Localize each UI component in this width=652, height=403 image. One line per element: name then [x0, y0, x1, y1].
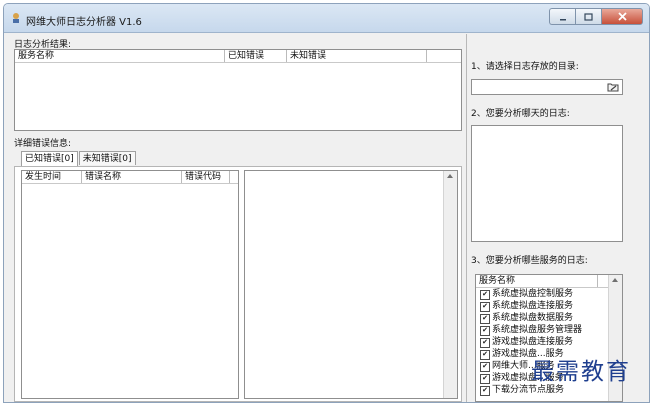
service-label: 系统虚拟盘服务管理器: [492, 325, 583, 335]
maximize-button[interactable]: [575, 8, 601, 25]
watermark-text: 最需教育: [531, 359, 631, 385]
window-controls: [549, 8, 643, 25]
results-col-known[interactable]: 已知错误: [225, 50, 287, 62]
minimize-icon: [559, 18, 566, 20]
open-folder-icon[interactable]: [607, 82, 619, 92]
details-list[interactable]: 发生时间 错误名称 错误代码: [21, 170, 239, 399]
service-label: 游戏虚拟盘连接服务: [492, 337, 574, 347]
checkbox[interactable]: ✔: [480, 337, 490, 348]
service-item[interactable]: ✔ 系统虚拟盘控制服务: [480, 289, 573, 300]
checkbox[interactable]: ✔: [480, 385, 490, 396]
services-col-name[interactable]: 服务名称: [476, 275, 598, 287]
details-tabs: 已知错误[0] 未知错误[0]: [21, 151, 137, 166]
step1-label: 1、请选择日志存放的目录:: [471, 62, 579, 72]
service-label: 系统虚拟盘连接服务: [492, 301, 574, 311]
checkbox[interactable]: ✔: [480, 313, 490, 324]
tab-known-errors[interactable]: 已知错误[0]: [21, 151, 78, 166]
service-item[interactable]: ✔ 系统虚拟盘数据服务: [480, 313, 573, 324]
services-scroll-up-icon[interactable]: [612, 278, 618, 282]
close-button[interactable]: [601, 8, 643, 25]
checkbox[interactable]: ✔: [480, 373, 490, 384]
service-label: 下载分流节点服务: [492, 385, 565, 395]
window-title: 网维大师日志分析器 V1.6: [26, 17, 142, 28]
checkbox[interactable]: ✔: [480, 289, 490, 300]
service-item[interactable]: ✔ 系统虚拟盘连接服务: [480, 301, 573, 312]
checkbox[interactable]: ✔: [480, 349, 490, 360]
checkbox[interactable]: ✔: [480, 325, 490, 336]
log-dir-input[interactable]: [471, 79, 623, 95]
step3-label: 3、您要分析哪些服务的日志:: [471, 256, 588, 266]
scroll-up-icon[interactable]: [447, 174, 453, 178]
details-col-time[interactable]: 发生时间: [22, 171, 82, 183]
close-icon: [617, 12, 627, 21]
service-label: 系统虚拟盘数据服务: [492, 313, 574, 323]
details-header-divider: [22, 183, 238, 184]
main-window: 网维大师日志分析器 V1.6 日志分析结果: 服务名称 已知错误 未知错误 详细…: [3, 3, 650, 403]
results-list[interactable]: 服务名称 已知错误 未知错误: [14, 49, 462, 131]
details-label: 详细错误信息:: [14, 139, 72, 149]
side-divider: [466, 34, 467, 402]
details-col-code[interactable]: 错误代码: [182, 171, 230, 183]
service-item[interactable]: ✔ 系统虚拟盘服务管理器: [480, 325, 582, 336]
step2-label: 2、您要分析哪天的日志:: [471, 109, 570, 119]
service-label: 系统虚拟盘控制服务: [492, 289, 574, 299]
maximize-icon: [584, 12, 593, 21]
details-panel: 发生时间 错误名称 错误代码: [14, 166, 462, 402]
services-header-divider: [476, 287, 609, 288]
error-detail-text[interactable]: [244, 170, 458, 399]
detail-scrollbar[interactable]: [443, 171, 457, 398]
date-list[interactable]: [471, 125, 623, 242]
checkbox[interactable]: ✔: [480, 361, 490, 372]
checkbox[interactable]: ✔: [480, 301, 490, 312]
tab-unknown-errors[interactable]: 未知错误[0]: [78, 151, 136, 165]
results-col-service[interactable]: 服务名称: [15, 50, 225, 62]
service-item[interactable]: ✔ 下载分流节点服务: [480, 385, 564, 396]
results-header-divider: [15, 62, 461, 63]
title-bar[interactable]: 网维大师日志分析器 V1.6: [4, 4, 649, 33]
minimize-button[interactable]: [549, 8, 575, 25]
service-item[interactable]: ✔ 游戏虚拟盘连接服务: [480, 337, 573, 348]
results-col-unknown[interactable]: 未知错误: [287, 50, 427, 62]
app-icon: [13, 13, 19, 23]
details-col-name[interactable]: 错误名称: [82, 171, 182, 183]
